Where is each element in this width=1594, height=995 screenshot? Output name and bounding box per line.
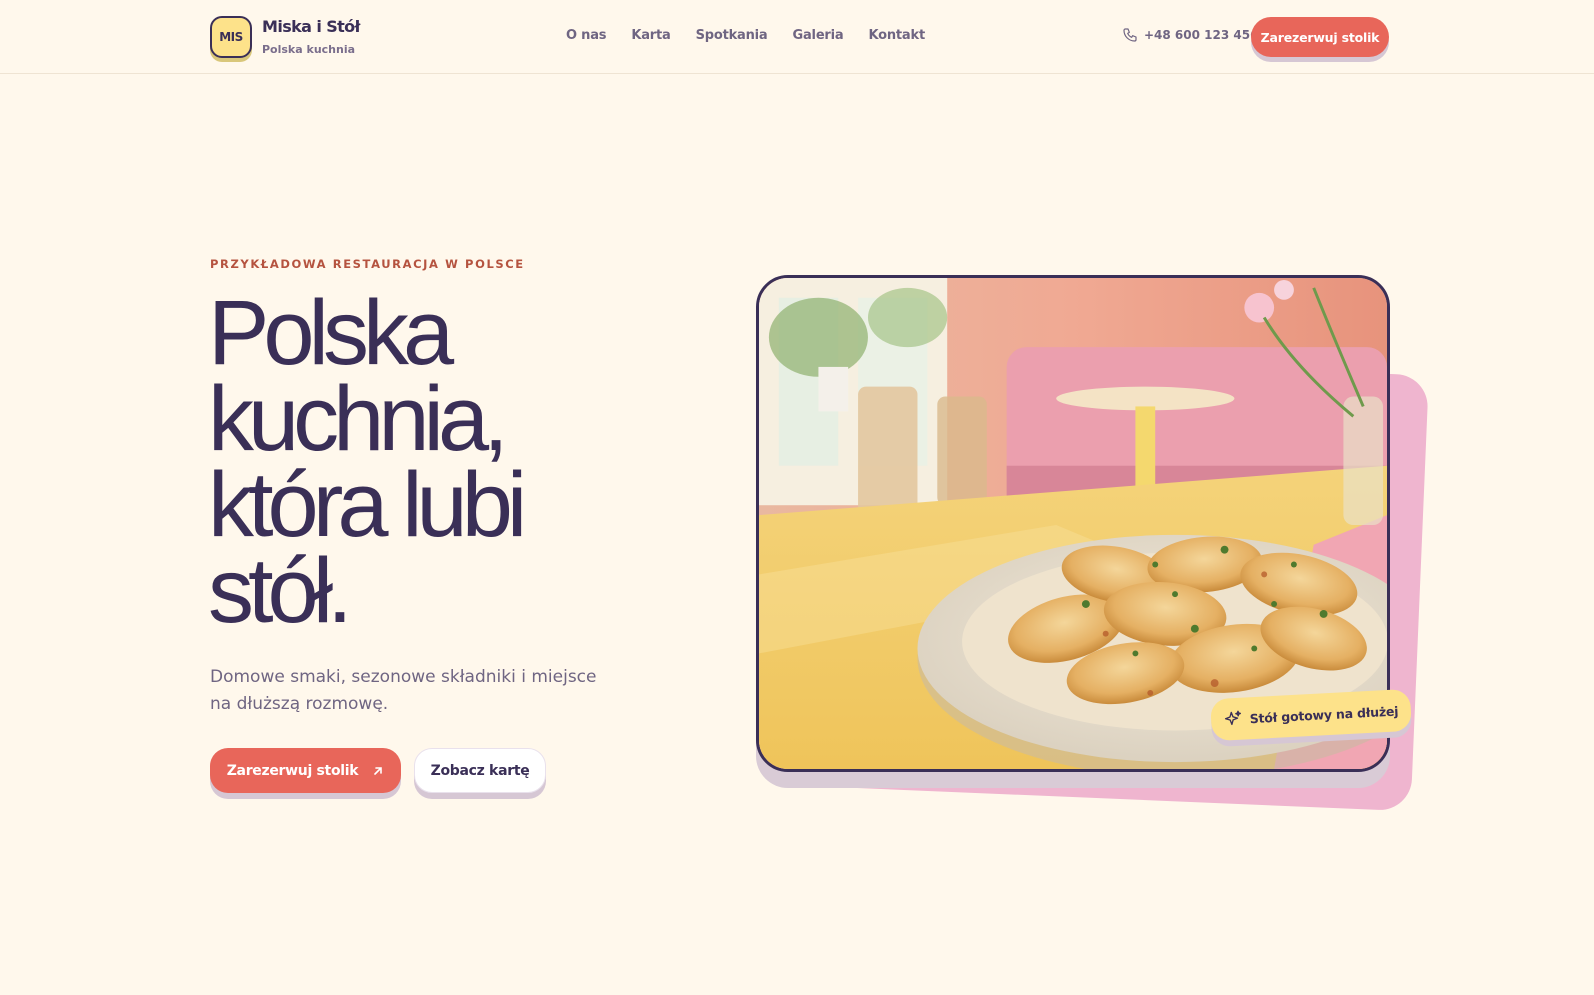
arrow-up-right-icon: [374, 766, 383, 775]
hero-title-line: która lubi: [208, 454, 527, 556]
hero-title-line: kuchnia,: [208, 368, 509, 470]
header-reserve-button[interactable]: Zarezerwuj stolik: [1251, 17, 1389, 57]
phone-link[interactable]: +48 600 123 456: [1122, 27, 1258, 43]
phone-number: +48 600 123 456: [1144, 28, 1259, 42]
hero-title-line: Polska: [208, 282, 454, 384]
sparkle-icon: [1224, 710, 1241, 726]
nav-item-kontakt[interactable]: Kontakt: [868, 28, 925, 43]
brand-subtitle: Polska kuchnia: [262, 43, 356, 56]
hero-title: Polska kuchnia, która lubi stół.: [208, 282, 628, 642]
hero-eyebrow: PRZYKŁADOWA RESTAURACJA W POLSCE: [210, 257, 525, 271]
site-header: MIS Miska i Stół Polska kuchnia O nas Ka…: [0, 0, 1594, 74]
hero-subtitle: Domowe smaki, sezonowe składniki i miejs…: [210, 667, 597, 714]
nav-item-galeria[interactable]: Galeria: [793, 28, 844, 43]
hero-title-line: stół.: [208, 540, 353, 642]
hero-reserve-button[interactable]: Zarezerwuj stolik: [210, 748, 401, 793]
logo-badge[interactable]: MIS: [210, 16, 252, 58]
hero-reserve-label: Zarezerwuj stolik: [226, 762, 359, 779]
phone-icon: [1123, 28, 1137, 42]
nav-item-spotkania[interactable]: Spotkania: [696, 28, 768, 43]
nav-item-karta[interactable]: Karta: [631, 28, 670, 43]
view-menu-button[interactable]: Zobacz kartę: [414, 748, 546, 793]
brand-name[interactable]: Miska i Stół: [262, 17, 361, 36]
main-nav: O nas Karta Spotkania Galeria Kontakt: [566, 28, 925, 43]
nav-item-o-nas[interactable]: O nas: [566, 28, 607, 43]
hero-tag-label: Stół gotowy na dłużej: [1249, 702, 1399, 726]
